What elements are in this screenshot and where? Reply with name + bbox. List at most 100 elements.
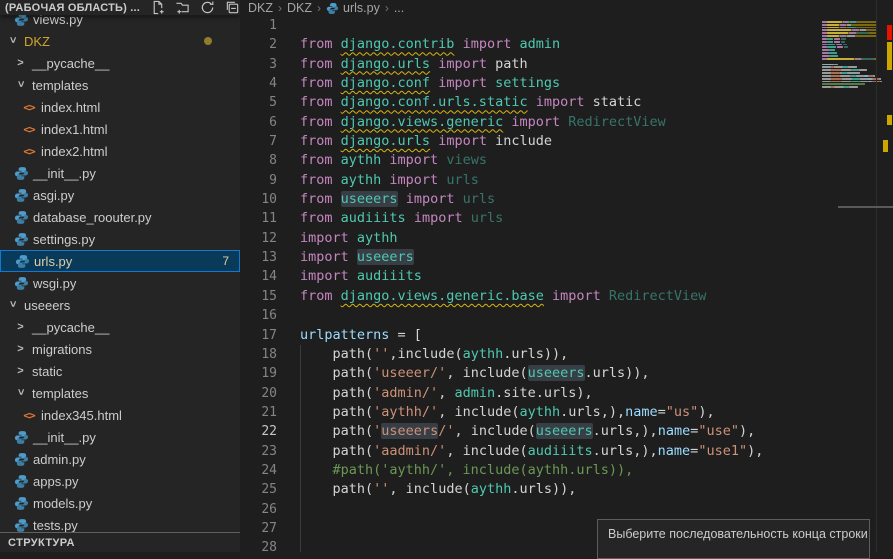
- tree-item-label: database_roouter.py: [33, 210, 152, 225]
- line-content: path('admin/', admin.site.urls),: [277, 384, 593, 403]
- minimap-line: [822, 61, 876, 63]
- minimap-line: [822, 38, 876, 40]
- code-editor[interactable]: 12from django.contrib import admin3from …: [241, 16, 821, 558]
- tree-item-label: index1.html: [41, 122, 107, 137]
- tree-item-dkz[interactable]: >DKZ: [0, 30, 240, 52]
- refresh-icon[interactable]: [200, 0, 215, 15]
- minimap-line: [822, 58, 876, 60]
- minimap-line: [822, 46, 876, 48]
- breadcrumb-item[interactable]: ...: [394, 1, 404, 15]
- python-icon: [14, 452, 29, 467]
- overview-ruler-mark: [887, 115, 892, 125]
- explorer-section-header[interactable]: (РАБОЧАЯ ОБЛАСТЬ) ...: [0, 0, 240, 15]
- minimap-line: [822, 81, 876, 83]
- minimap-line: [822, 72, 876, 74]
- tree-item-label: wsgi.py: [33, 276, 76, 291]
- tree-item-database-roouter-py[interactable]: database_roouter.py: [0, 206, 240, 228]
- tree-item-label: templates: [32, 386, 88, 401]
- line-number: 5: [241, 93, 277, 112]
- python-file-icon: [13, 430, 29, 445]
- line-number: 23: [241, 442, 277, 461]
- file-tree[interactable]: views.py>DKZ>__pycache__>templates<>inde…: [0, 8, 240, 536]
- breadcrumb-item[interactable]: urls.py: [326, 1, 380, 15]
- tree-item-index345-html[interactable]: <>index345.html: [0, 404, 240, 426]
- tree-item-useeers[interactable]: >useeers: [0, 294, 240, 316]
- breadcrumb-separator: ›: [385, 1, 389, 15]
- line-number: 25: [241, 480, 277, 499]
- tree-item-label: migrations: [32, 342, 92, 357]
- line-content: from django.views.generic.base import Re…: [277, 287, 706, 306]
- overview-ruler-mark: [838, 206, 893, 208]
- line-content: [277, 519, 300, 538]
- tree-item-asgi-py[interactable]: asgi.py: [0, 184, 240, 206]
- tree-item-admin-py[interactable]: admin.py: [0, 448, 240, 470]
- code-line-4: 4from django.conf import settings: [241, 74, 821, 93]
- line-content: [277, 500, 300, 519]
- minimap-line: [822, 21, 876, 23]
- python-file-icon: [13, 232, 29, 247]
- line-number: 17: [241, 326, 277, 345]
- line-content: from audiiits import urls: [277, 209, 503, 228]
- minimap-line: [822, 92, 876, 94]
- tree-item-index2-html[interactable]: <>index2.html: [0, 140, 240, 162]
- line-number: 9: [241, 171, 277, 190]
- code-line-13: 13import useeers: [241, 248, 821, 267]
- minimap-line: [822, 86, 876, 88]
- tree-item-apps-py[interactable]: apps.py: [0, 470, 240, 492]
- html-file-icon: <>: [21, 409, 37, 422]
- line-content: from aythh import views: [277, 151, 487, 170]
- tree-item--pycache-[interactable]: >__pycache__: [0, 316, 240, 338]
- code-line-22: 22 path('useeers/', include(useeers.urls…: [241, 422, 821, 441]
- python-icon: [14, 430, 29, 445]
- tree-item-label: tests.py: [33, 518, 78, 533]
- line-number: 20: [241, 384, 277, 403]
- minimap-line: [822, 55, 876, 57]
- breadcrumb-separator: ›: [317, 1, 321, 15]
- outline-title: СТРУКТУРА: [0, 537, 75, 549]
- line-content: [277, 306, 300, 325]
- tree-item-static[interactable]: >static: [0, 360, 240, 382]
- tree-item-urls-py[interactable]: urls.py7: [0, 250, 240, 272]
- tree-item--pycache-[interactable]: >__pycache__: [0, 52, 240, 74]
- breadcrumb-item[interactable]: DKZ: [248, 1, 273, 15]
- tree-item--init-py[interactable]: __init__.py: [0, 426, 240, 448]
- tree-item--init-py[interactable]: __init__.py: [0, 162, 240, 184]
- python-icon: [15, 254, 30, 269]
- tree-item-migrations[interactable]: >migrations: [0, 338, 240, 360]
- minimap[interactable]: [822, 18, 876, 98]
- outline-section-header[interactable]: СТРУКТУРА: [0, 532, 240, 552]
- code-line-12: 12import aythh: [241, 229, 821, 248]
- tree-item-settings-py[interactable]: settings.py: [0, 228, 240, 250]
- tree-item-templates[interactable]: >templates: [0, 382, 240, 404]
- new-folder-icon[interactable]: [175, 0, 190, 15]
- python-icon: [14, 474, 29, 489]
- minimap-line: [822, 75, 876, 77]
- python-file-icon: [14, 254, 30, 269]
- breadcrumb-item[interactable]: DKZ: [287, 1, 312, 15]
- tree-item-wsgi-py[interactable]: wsgi.py: [0, 272, 240, 294]
- python-icon: [14, 210, 29, 225]
- line-number: 28: [241, 538, 277, 557]
- minimap-line: [822, 95, 876, 97]
- code-line-3: 3from django.urls import path: [241, 55, 821, 74]
- collapse-all-icon[interactable]: [225, 0, 240, 15]
- line-number: 6: [241, 113, 277, 132]
- line-number: 3: [241, 55, 277, 74]
- tree-item-templates[interactable]: >templates: [0, 74, 240, 96]
- minimap-line: [822, 44, 876, 46]
- breadcrumb[interactable]: DKZ›DKZ›urls.py›...: [248, 0, 404, 16]
- chevron-down-icon: >: [7, 297, 19, 312]
- tree-item-index1-html[interactable]: <> index1.html: [0, 118, 240, 140]
- minimap-line: [822, 49, 876, 51]
- line-content: [277, 16, 300, 35]
- line-number: 11: [241, 209, 277, 228]
- explorer-sidebar[interactable]: views.py>DKZ>__pycache__>templates<>inde…: [0, 0, 240, 552]
- minimap-line: [822, 35, 876, 37]
- code-line-16: 16: [241, 306, 821, 325]
- python-icon: [14, 276, 29, 291]
- tree-item-index-html[interactable]: <>index.html: [0, 96, 240, 118]
- new-file-icon[interactable]: [150, 0, 165, 15]
- tree-item-models-py[interactable]: models.py: [0, 492, 240, 514]
- html-file-icon: <>: [21, 123, 37, 136]
- python-file-icon: [13, 518, 29, 533]
